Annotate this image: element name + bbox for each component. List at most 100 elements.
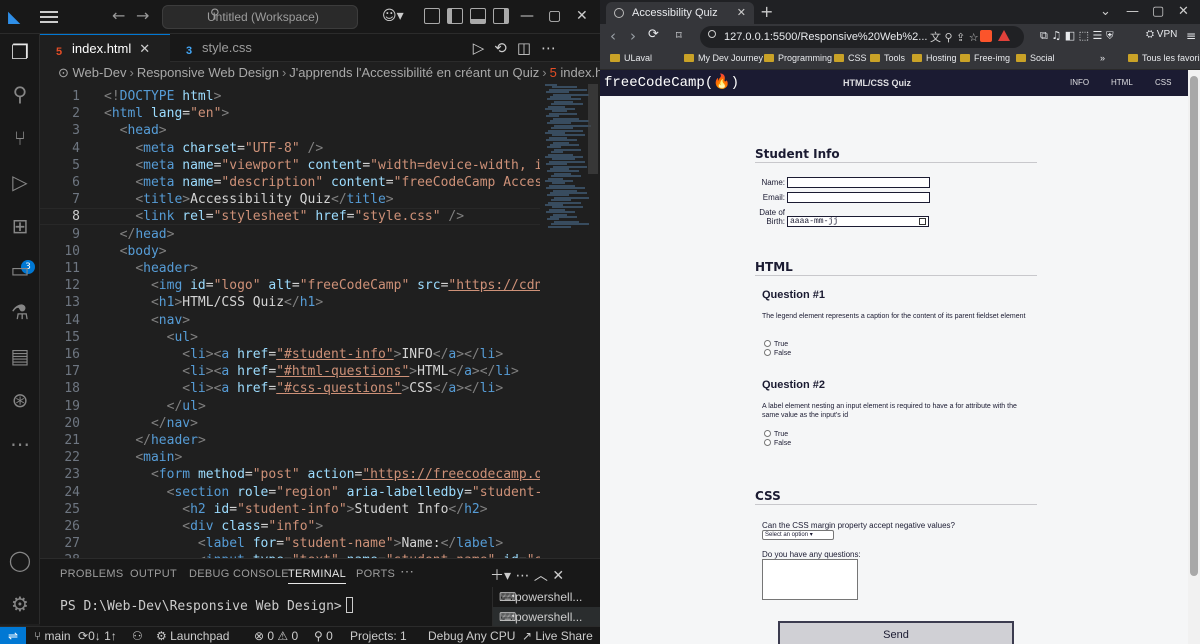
- bookmark-item[interactable]: Tools: [870, 53, 905, 63]
- radio-button[interactable]: [764, 349, 771, 356]
- maximize-icon[interactable]: ▢: [1152, 4, 1164, 19]
- q1-true-option[interactable]: True: [764, 340, 788, 348]
- tab-index-html[interactable]: 5 index.html ✕: [40, 34, 170, 62]
- q2-false-option[interactable]: False: [764, 439, 791, 447]
- bookmark-item[interactable]: Social: [1016, 53, 1055, 63]
- copilot-icon[interactable]: ☺▾: [382, 8, 404, 24]
- code-line[interactable]: 14 <nav>: [40, 312, 540, 329]
- extensions-icon[interactable]: ⊞: [8, 214, 32, 238]
- terminal-item[interactable]: ⌨ powershell...: [493, 587, 601, 607]
- nav-link-css[interactable]: CSS: [1155, 78, 1171, 87]
- code-line[interactable]: 2 <html lang="en">: [40, 105, 540, 122]
- nav-link-html[interactable]: HTML: [1111, 78, 1133, 87]
- code-line[interactable]: 26 <div class="info">: [40, 518, 540, 535]
- live-share[interactable]: ↗ Live Share: [522, 629, 593, 643]
- brave-rewards-icon[interactable]: [998, 30, 1010, 41]
- toggle-secondary-sidebar-icon[interactable]: [493, 8, 509, 24]
- testing-icon[interactable]: ⚗: [8, 300, 32, 324]
- remote-explorer-icon[interactable]: ▭: [8, 258, 32, 282]
- tab-style-css[interactable]: 3 style.css: [170, 34, 280, 62]
- q1-false-option[interactable]: False: [764, 349, 791, 357]
- close-tab-icon[interactable]: ✕: [139, 41, 150, 56]
- bookmark-item[interactable]: Free-img: [960, 53, 1010, 63]
- browser-tab-accessibility-quiz[interactable]: Accessibility Quiz ✕: [606, 2, 754, 24]
- minimap[interactable]: [545, 84, 591, 234]
- code-editor[interactable]: 1 <!DOCTYPE html> 2 <html lang="en"> 3 <head…: [40, 84, 540, 558]
- launchpad[interactable]: ⚙ Launchpad: [156, 629, 229, 643]
- radio-button[interactable]: [764, 340, 771, 347]
- code-line[interactable]: 6 <meta name="description" content="free…: [40, 174, 540, 191]
- name-input[interactable]: [787, 177, 930, 188]
- bookmark-item[interactable]: ULaval: [610, 53, 652, 63]
- settings-gear-icon[interactable]: ⚙: [8, 592, 32, 616]
- tab-debug-console[interactable]: DEBUG CONSOLE: [189, 568, 289, 580]
- questions-textarea[interactable]: [762, 559, 858, 600]
- brave-shield-icon[interactable]: [980, 30, 992, 42]
- tab-ports[interactable]: PORTS: [356, 568, 395, 580]
- tab-problems[interactable]: PROBLEMS: [60, 568, 124, 580]
- code-line[interactable]: 20 </nav>: [40, 415, 540, 432]
- bookmark-icon[interactable]: ⌑: [676, 29, 682, 42]
- new-tab-button[interactable]: +: [760, 2, 773, 21]
- back-arrow-icon[interactable]: ←: [112, 6, 125, 25]
- code-line[interactable]: 18 <li><a href="#css-questions">CSS</a><…: [40, 380, 540, 397]
- panel-actions[interactable]: ＋▾ ⋯ ︿ ✕: [490, 565, 564, 585]
- breadcrumb[interactable]: ⊙ Web-Dev › Responsive Web Design › J'appren…: [40, 62, 600, 84]
- code-line[interactable]: 11 <header>: [40, 260, 540, 277]
- site-info-icon[interactable]: [708, 30, 716, 38]
- close-tab-icon[interactable]: ✕: [737, 2, 746, 24]
- explorer-icon[interactable]: ❐: [8, 40, 32, 64]
- editor-scrollbar[interactable]: [588, 84, 598, 174]
- reload-icon[interactable]: ⟳: [648, 27, 659, 42]
- code-line[interactable]: 8 <link rel="stylesheet" href="style.css…: [40, 208, 540, 226]
- code-line[interactable]: 21 </header>: [40, 432, 540, 449]
- maximize-icon[interactable]: ▢: [548, 8, 561, 24]
- code-line[interactable]: 24 <section role="region" aria-labelledb…: [40, 484, 540, 501]
- email-input[interactable]: [787, 192, 930, 203]
- code-line[interactable]: 23 <form method="post" action="https://f…: [40, 466, 540, 483]
- dob-input[interactable]: aaaa-mm-jj: [787, 216, 929, 227]
- source-control-icon[interactable]: ⑂: [8, 126, 32, 150]
- minimize-icon[interactable]: —: [1126, 4, 1139, 19]
- vscode-logo-icon[interactable]: ◣: [8, 8, 26, 26]
- forward-arrow-icon[interactable]: →: [136, 6, 149, 25]
- minimize-icon[interactable]: —: [520, 8, 534, 24]
- close-window-icon[interactable]: ✕: [1178, 4, 1189, 19]
- code-line[interactable]: 25 <h2 id="student-info">Student Info</h…: [40, 501, 540, 518]
- toggle-panel-icon[interactable]: [470, 8, 486, 24]
- ports-count[interactable]: ⚲ 0: [314, 629, 333, 643]
- editor-actions[interactable]: ▷⟲◫⋯: [473, 39, 566, 57]
- code-line[interactable]: 15 <ul>: [40, 329, 540, 346]
- page-scrollbar-thumb[interactable]: [1190, 76, 1198, 576]
- back-icon[interactable]: ‹: [610, 27, 616, 45]
- send-button[interactable]: Send: [778, 621, 1014, 644]
- tab-terminal[interactable]: TERMINAL: [288, 568, 347, 584]
- bookmark-item[interactable]: Programming: [764, 53, 832, 63]
- terminal-item-selected[interactable]: ⌨ powershell...: [493, 607, 601, 627]
- chat-icon[interactable]: ▤: [8, 344, 32, 368]
- code-line[interactable]: 9 </head>: [40, 226, 540, 243]
- account-icon[interactable]: ◯: [8, 548, 32, 572]
- customize-layout-icon[interactable]: [424, 8, 440, 24]
- radio-button[interactable]: [764, 439, 771, 446]
- code-line[interactable]: 10 <body>: [40, 243, 540, 260]
- bookmark-item[interactable]: Hosting: [912, 53, 957, 63]
- code-line[interactable]: 17 <li><a href="#html-questions">HTML</a…: [40, 363, 540, 380]
- browser-menu-icon[interactable]: ≡: [1186, 29, 1196, 43]
- projects[interactable]: Projects: 1: [350, 629, 407, 643]
- css-answer-select[interactable]: Select an option ▾: [762, 530, 834, 540]
- command-center-search[interactable]: Untitled (Workspace): [162, 5, 358, 29]
- q2-true-option[interactable]: True: [764, 430, 788, 438]
- code-line[interactable]: 19 </ul>: [40, 398, 540, 415]
- run-debug-icon[interactable]: ▷: [8, 170, 32, 194]
- radio-button[interactable]: [764, 430, 771, 437]
- git-sync[interactable]: ⟳0↓ 1↑: [78, 629, 117, 643]
- code-line[interactable]: 16 <li><a href="#student-info">INFO</a><…: [40, 346, 540, 363]
- bookmark-item[interactable]: CSS: [834, 53, 867, 63]
- code-line[interactable]: 1 <!DOCTYPE html>: [40, 88, 540, 105]
- code-line[interactable]: 7 <title>Accessibility Quiz</title>: [40, 191, 540, 208]
- terminal-prompt[interactable]: PS D:\Web-Dev\Responsive Web Design>: [60, 597, 353, 614]
- tab-search-icon[interactable]: ⌄: [1100, 4, 1111, 19]
- git-branch[interactable]: ⑂ main: [34, 629, 71, 643]
- panel-more-icon[interactable]: ⋯: [400, 563, 414, 580]
